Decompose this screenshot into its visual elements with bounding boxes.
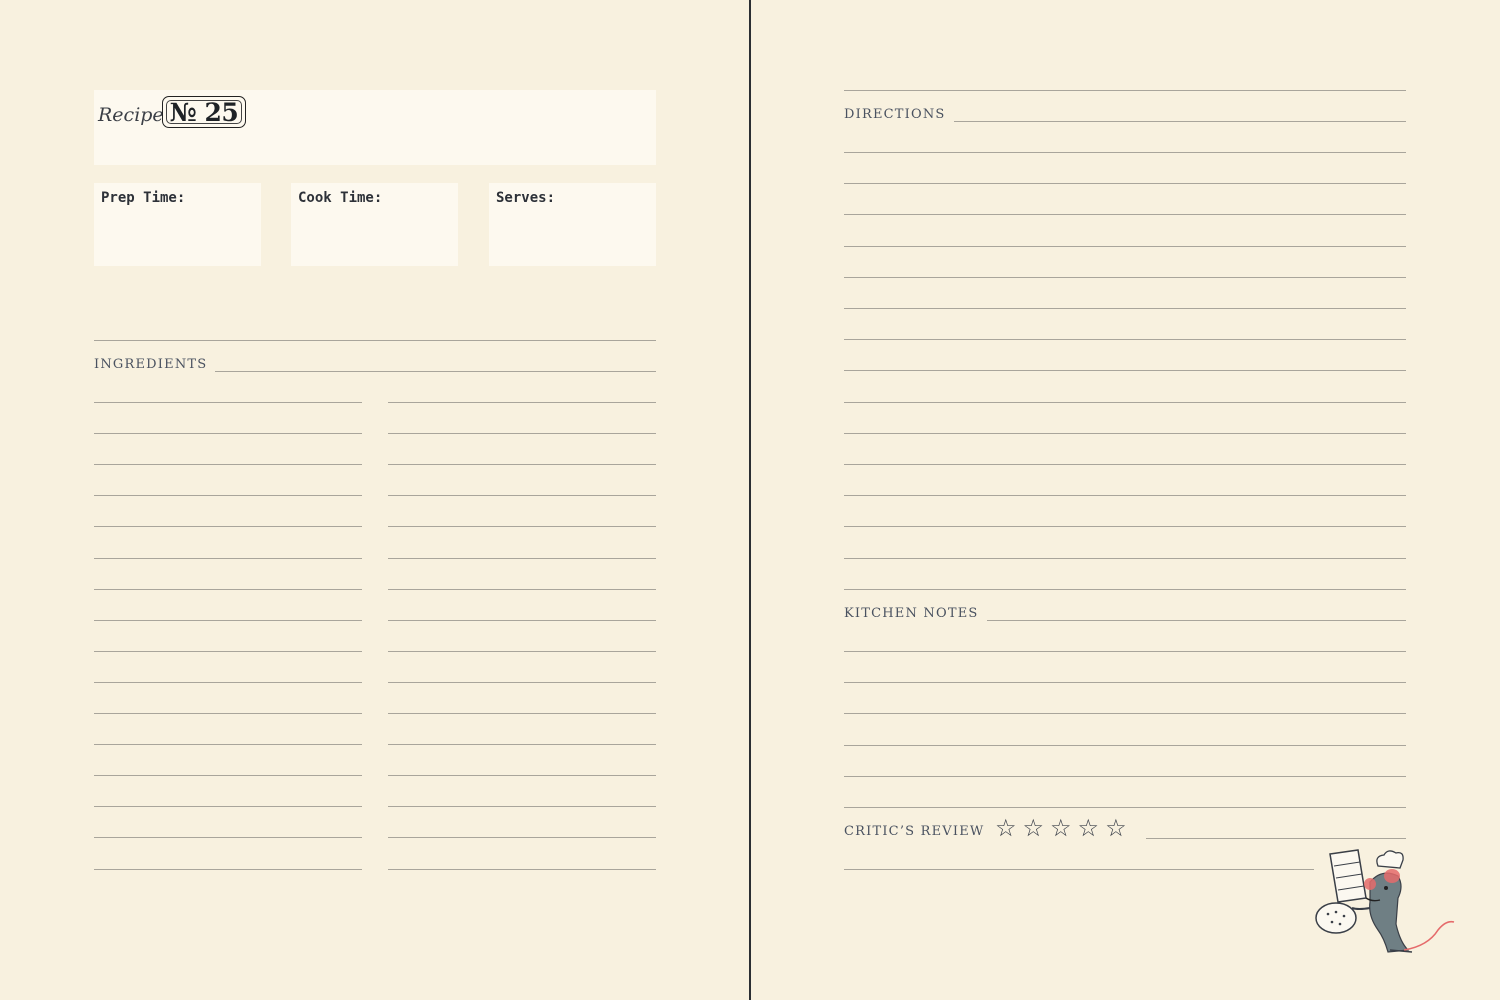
- ingredient-line-left[interactable]: [94, 650, 362, 652]
- ingredient-line-left[interactable]: [94, 557, 362, 559]
- direction-line[interactable]: [844, 370, 1406, 372]
- directions-top-rule: [844, 90, 1406, 91]
- ingredient-line-right[interactable]: [388, 837, 656, 839]
- ingredient-line-right[interactable]: [388, 775, 656, 777]
- serves-field[interactable]: Serves:: [489, 183, 656, 266]
- recipe-label: Recipe: [98, 104, 164, 126]
- ingredient-line-left[interactable]: [94, 464, 362, 466]
- critics-review-heading: CRITIC’S REVIEW: [844, 825, 993, 839]
- ingredient-line-right[interactable]: [388, 402, 656, 403]
- direction-line[interactable]: [844, 526, 1406, 528]
- ingredient-line-right[interactable]: [388, 868, 656, 870]
- ingredient-line-left[interactable]: [94, 619, 362, 621]
- kitchen-notes-line[interactable]: [844, 744, 1406, 746]
- direction-line[interactable]: [844, 276, 1406, 278]
- ingredients-top-rule: [94, 340, 656, 341]
- kitchen-notes-line[interactable]: [844, 807, 1406, 808]
- cook-time-field[interactable]: Cook Time:: [291, 183, 458, 266]
- ingredient-line-right[interactable]: [388, 557, 656, 559]
- direction-line[interactable]: [844, 464, 1406, 465]
- kitchen-notes-line[interactable]: [844, 775, 1406, 777]
- star-icon[interactable]: ☆: [1105, 815, 1127, 841]
- recipe-title-field[interactable]: Recipe № 25: [94, 90, 656, 165]
- ingredient-line-left[interactable]: [94, 775, 362, 777]
- ingredient-line-right[interactable]: [388, 713, 656, 714]
- prep-time-field[interactable]: Prep Time:: [94, 183, 261, 266]
- ingredient-line-right[interactable]: [388, 588, 656, 590]
- serves-label: Serves:: [496, 190, 556, 206]
- direction-line[interactable]: [844, 401, 1406, 403]
- star-icon[interactable]: ☆: [1078, 815, 1100, 841]
- kitchen-notes-line[interactable]: [844, 682, 1406, 684]
- recipe-number-plate: № 25: [162, 96, 246, 128]
- kitchen-notes-line[interactable]: [844, 713, 1406, 715]
- prep-time-label: Prep Time:: [101, 190, 186, 206]
- ingredient-line-left[interactable]: [94, 681, 362, 683]
- ingredient-line-left[interactable]: [94, 495, 362, 497]
- kitchen-notes-heading: KITCHEN NOTES: [844, 607, 987, 621]
- ingredient-line-right[interactable]: [388, 650, 656, 652]
- cook-time-label: Cook Time:: [298, 190, 383, 206]
- direction-line[interactable]: [844, 495, 1406, 497]
- ingredient-line-left[interactable]: [94, 402, 362, 403]
- ingredient-line-left[interactable]: [94, 868, 362, 870]
- star-icon[interactable]: ☆: [1023, 815, 1045, 841]
- ingredient-line-right[interactable]: [388, 526, 656, 528]
- recipe-number: № 25: [169, 97, 239, 127]
- direction-line[interactable]: [844, 214, 1406, 216]
- ingredient-line-left[interactable]: [94, 433, 362, 435]
- critics-review-bottom-rule: [844, 869, 1314, 870]
- ingredient-line-left[interactable]: [94, 837, 362, 839]
- ingredient-line-left[interactable]: [94, 806, 362, 808]
- star-rating[interactable]: ☆ ☆ ☆ ☆ ☆: [995, 815, 1127, 841]
- ingredient-line-right[interactable]: [388, 619, 656, 621]
- direction-line[interactable]: [844, 308, 1406, 309]
- critics-review-rule: [1146, 838, 1406, 839]
- star-icon[interactable]: ☆: [995, 815, 1017, 841]
- direction-line[interactable]: [844, 339, 1406, 341]
- ingredient-line-left[interactable]: [94, 744, 362, 746]
- direction-line[interactable]: [844, 588, 1406, 590]
- ingredient-line-right[interactable]: [388, 744, 656, 746]
- ingredient-line-left[interactable]: [94, 713, 362, 714]
- ingredient-line-right[interactable]: [388, 495, 656, 497]
- direction-line[interactable]: [844, 245, 1406, 247]
- ingredient-line-right[interactable]: [388, 433, 656, 435]
- direction-line[interactable]: [844, 557, 1406, 559]
- directions-heading: DIRECTIONS: [844, 108, 954, 122]
- ingredient-line-right[interactable]: [388, 806, 656, 808]
- ingredient-line-left[interactable]: [94, 588, 362, 590]
- ingredients-heading: INGREDIENTS: [94, 358, 216, 372]
- chef-rat-with-salt-shaker-icon: [1315, 849, 1455, 953]
- kitchen-notes-line[interactable]: [844, 651, 1406, 652]
- ingredient-line-right[interactable]: [388, 681, 656, 683]
- star-icon[interactable]: ☆: [1050, 815, 1072, 841]
- ingredient-line-left[interactable]: [94, 526, 362, 528]
- direction-line[interactable]: [844, 183, 1406, 185]
- book-spine: [749, 0, 751, 1000]
- direction-line[interactable]: [844, 432, 1406, 434]
- ingredient-line-right[interactable]: [388, 464, 656, 466]
- direction-line[interactable]: [844, 152, 1406, 153]
